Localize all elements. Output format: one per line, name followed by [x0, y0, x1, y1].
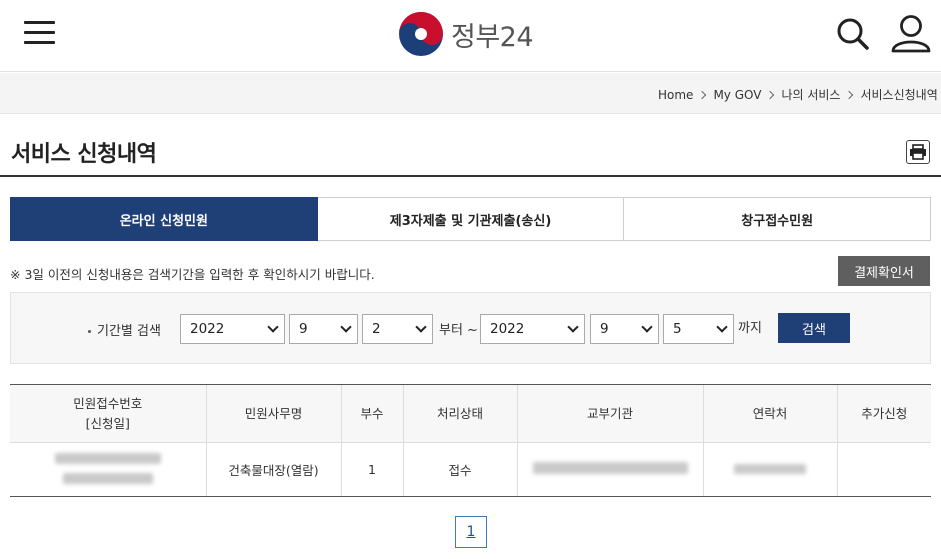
from-text: 부터 ~ [439, 323, 478, 338]
copies-cell: 1 [340, 442, 403, 497]
breadcrumb-my-gov[interactable]: My GOV [713, 88, 761, 102]
tab-third-party-submissions[interactable]: 제3자제출 및 기관제출(송신) [317, 197, 625, 241]
col-additional-request: 추가신청 [836, 384, 931, 443]
chevron-right-icon [845, 90, 854, 99]
notice-text: ※ 3일 이전의 신청내용은 검색기간을 입력한 후 확인하시기 바랍니다. [10, 267, 375, 282]
chevron-down-icon [567, 321, 579, 333]
service-name-cell: 건축물대장(열람) [205, 442, 341, 497]
breadcrumb-current: 서비스신청내역 [860, 88, 938, 102]
col-receipt-number: 민원접수번호 [신청일] [10, 384, 206, 443]
redacted-contact [734, 464, 806, 474]
search-button[interactable]: 검색 [778, 313, 850, 343]
search-icon[interactable] [836, 17, 870, 51]
start-month-select[interactable]: 9 [289, 314, 358, 344]
breadcrumb-bar: Home My GOV 나의 서비스 서비스신청내역 [0, 73, 941, 114]
taegeuk-emblem-icon [399, 12, 443, 56]
pagination-page-1[interactable]: 1 [455, 516, 487, 548]
start-day-select[interactable]: 2 [362, 314, 433, 344]
redacted-application-date [62, 473, 153, 484]
logo-text: 정부24 [451, 21, 534, 53]
end-day-select[interactable]: 5 [663, 314, 734, 344]
tab-counter-applications[interactable]: 창구접수민원 [624, 197, 932, 241]
page-title: 서비스 신청내역 [11, 142, 157, 167]
title-divider [0, 175, 941, 177]
tab-bar: 온라인 신청민원 제3자제출 및 기관제출(송신) 창구접수민원 [10, 197, 932, 241]
applications-table: 민원접수번호 [신청일] 민원사무명 부수 처리상태 교부기관 연락처 추가신청… [10, 384, 931, 497]
bullet-icon [88, 330, 91, 333]
printer-icon[interactable] [906, 140, 930, 164]
redacted-receipt-number [54, 453, 161, 464]
col-service-name: 민원사무명 [205, 384, 341, 443]
payment-confirmation-button[interactable]: 결제확인서 [838, 256, 930, 286]
start-year-select[interactable]: 2022 [180, 314, 285, 344]
site-header: 정부24 [0, 0, 941, 72]
col-status: 처리상태 [402, 384, 517, 443]
site-logo[interactable]: 정부24 [397, 9, 534, 59]
period-search-label: 기간별 검색 [88, 320, 161, 339]
breadcrumb-my-service[interactable]: 나의 서비스 [781, 86, 840, 103]
contact-cell [702, 442, 837, 497]
table-header-row: 민원접수번호 [신청일] 민원사무명 부수 처리상태 교부기관 연락처 추가신청 [10, 384, 931, 443]
redacted-issuing-agency [532, 462, 688, 474]
breadcrumb: Home My GOV 나의 서비스 서비스신청내역 [658, 86, 938, 103]
user-icon[interactable] [890, 14, 932, 54]
issuing-agency-cell [516, 442, 703, 497]
additional-request-cell [836, 442, 931, 497]
hamburger-menu-icon[interactable] [24, 18, 56, 48]
chevron-down-icon [641, 321, 653, 333]
until-text: 까지 [738, 321, 762, 336]
status-cell: 접수 [402, 442, 517, 497]
chevron-right-icon [698, 90, 707, 99]
col-issuing-agency: 교부기관 [516, 384, 703, 443]
chevron-down-icon [716, 321, 728, 333]
chevron-right-icon [766, 90, 775, 99]
receipt-number-cell[interactable] [10, 442, 206, 497]
col-copies: 부수 [340, 384, 403, 443]
tab-online-applications[interactable]: 온라인 신청민원 [10, 197, 318, 241]
chevron-down-icon [340, 321, 352, 333]
chevron-down-icon [267, 321, 279, 333]
breadcrumb-home[interactable]: Home [658, 88, 693, 102]
table-row: 건축물대장(열람) 1 접수 [10, 442, 931, 497]
chevron-down-icon [415, 321, 427, 333]
col-contact: 연락처 [702, 384, 837, 443]
period-search-box: 기간별 검색 2022 9 2 부터 ~ 2022 9 5 까지 검색 [10, 292, 931, 364]
end-year-select[interactable]: 2022 [480, 314, 585, 344]
end-month-select[interactable]: 9 [590, 314, 659, 344]
